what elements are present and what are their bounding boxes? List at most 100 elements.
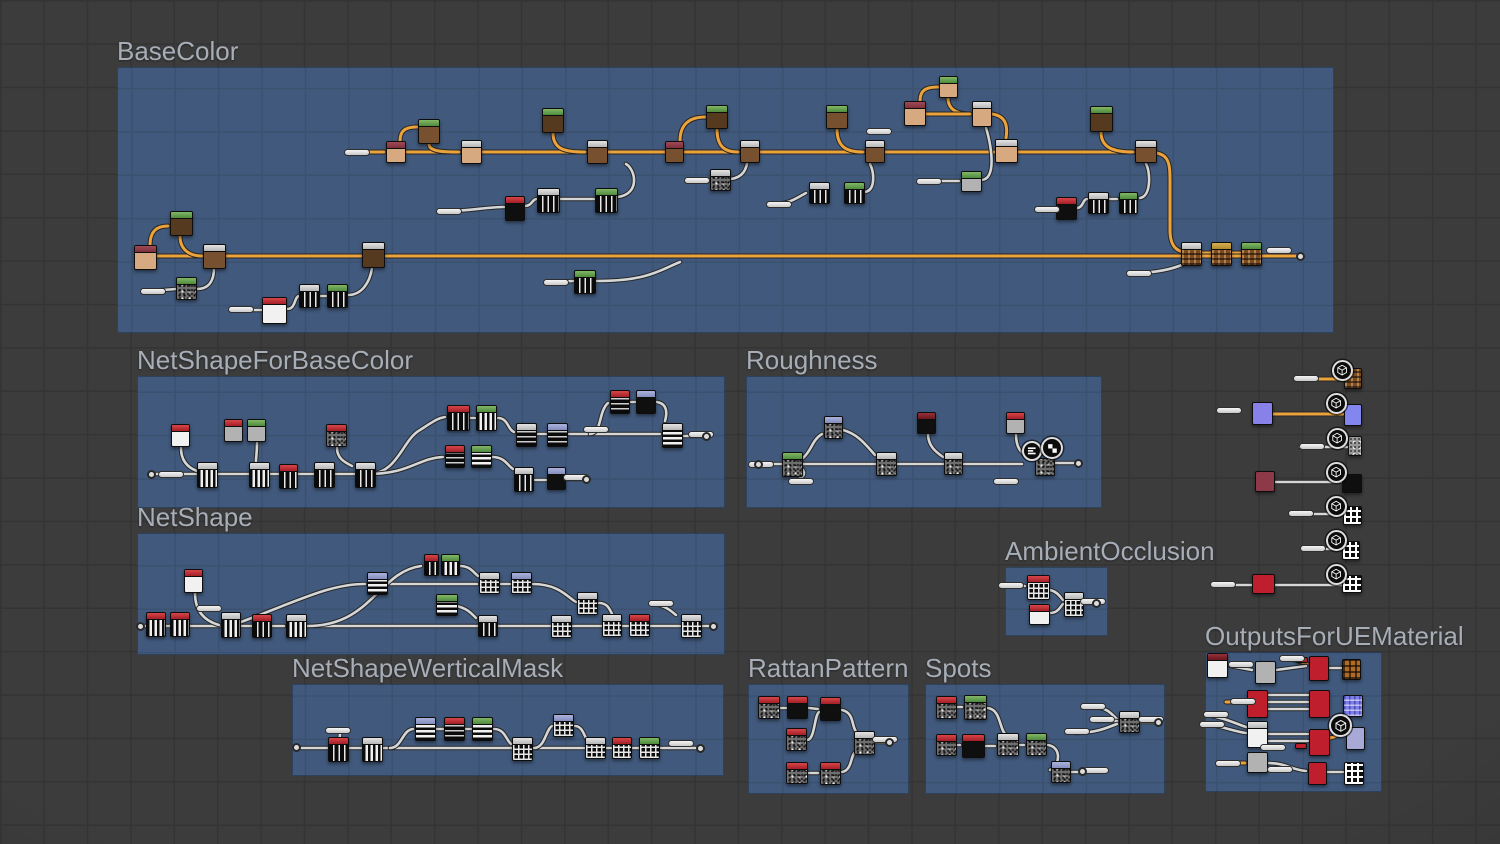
connector-label-pill[interactable] bbox=[1216, 407, 1242, 414]
graph-node-brown-gray[interactable] bbox=[203, 244, 226, 269]
graph-node-gray[interactable] bbox=[1247, 752, 1268, 773]
graph-node-bwnoise-green[interactable] bbox=[1026, 733, 1047, 756]
graph-node-orangegrid[interactable] bbox=[1342, 659, 1361, 680]
connector-label-pill[interactable] bbox=[766, 201, 792, 208]
graph-node-tan-gray[interactable] bbox=[995, 139, 1018, 163]
wire-endpoint[interactable] bbox=[147, 470, 156, 479]
graph-node-brown-green[interactable] bbox=[826, 105, 848, 129]
graph-node-gray-red[interactable] bbox=[224, 419, 243, 442]
graph-node-black-red[interactable] bbox=[820, 697, 841, 721]
graph-node-red[interactable] bbox=[1309, 690, 1330, 718]
graph-node-bluegrid[interactable] bbox=[1343, 695, 1363, 717]
graph-node-net[interactable] bbox=[1344, 762, 1364, 785]
graph-node-rattan-gray[interactable] bbox=[1181, 242, 1202, 266]
graph-node-brown-gray[interactable] bbox=[1135, 140, 1157, 163]
connector-label-pill[interactable] bbox=[1279, 655, 1305, 662]
graph-canvas[interactable]: BaseColor NetShapeForBaseColor Roughness Ne… bbox=[0, 0, 1500, 844]
graph-node-bwnoise-red[interactable] bbox=[820, 762, 841, 785]
graph-node-hstripesdark-red[interactable] bbox=[444, 717, 465, 741]
graph-node-vstripesdark-green[interactable] bbox=[327, 284, 348, 308]
graph-node-bluefill[interactable] bbox=[1344, 404, 1362, 426]
graph-node-grid-gray[interactable] bbox=[512, 737, 533, 761]
graph-node-vstripesdark-red[interactable] bbox=[447, 405, 470, 431]
graph-node-gray-green[interactable] bbox=[247, 419, 266, 442]
graph-node-bwnoise-green[interactable] bbox=[964, 695, 987, 720]
graph-node-red[interactable] bbox=[1309, 656, 1329, 681]
connector-label-pill[interactable] bbox=[648, 600, 674, 607]
graph-node-bwnoise-red[interactable] bbox=[936, 734, 957, 756]
graph-node-white-red[interactable] bbox=[171, 424, 190, 447]
graph-node-dkbrown-green[interactable] bbox=[542, 108, 564, 133]
graph-node-grid-gray[interactable] bbox=[577, 592, 598, 615]
graph-node-vstripes-green[interactable] bbox=[476, 405, 497, 431]
wire-endpoint[interactable] bbox=[1092, 599, 1101, 608]
graph-node-hstripesdark-blue[interactable] bbox=[547, 423, 568, 447]
connector-label-pill[interactable] bbox=[583, 426, 609, 433]
graph-node-vstripes-gray[interactable] bbox=[221, 612, 241, 638]
graph-node-bwnoise-gray[interactable] bbox=[710, 169, 731, 191]
graph-node-grid-gray[interactable] bbox=[602, 614, 622, 637]
graph-node-vstripesdark-gray[interactable] bbox=[314, 462, 335, 488]
graph-node-bwnoise-gray[interactable] bbox=[1119, 711, 1140, 733]
wire-gray[interactable] bbox=[195, 266, 216, 291]
graph-node-bwnoise-gray[interactable] bbox=[854, 731, 875, 755]
connector-label-pill[interactable] bbox=[998, 582, 1024, 589]
graph-node-vstripesdark-gray[interactable] bbox=[299, 284, 320, 308]
wire-gray[interactable] bbox=[254, 441, 259, 463]
connector-label-pill[interactable] bbox=[1293, 375, 1319, 382]
output-cube-icon[interactable] bbox=[1327, 428, 1348, 449]
wire-orange[interactable] bbox=[1144, 150, 1242, 255]
graph-node-grid-red[interactable] bbox=[629, 614, 650, 637]
graph-node-vstripesdark-red[interactable] bbox=[328, 737, 349, 762]
output-cube-icon[interactable] bbox=[1326, 564, 1347, 585]
connector-label-pill[interactable] bbox=[325, 727, 351, 734]
graph-node-vstripesdark-green[interactable] bbox=[574, 270, 596, 294]
graph-node-vstripes-gray[interactable] bbox=[286, 614, 307, 638]
connector-label-pill[interactable] bbox=[1064, 728, 1090, 735]
graph-node-bwnoise-gray[interactable] bbox=[876, 452, 897, 476]
output-cube-icon[interactable] bbox=[1326, 496, 1347, 517]
graph-node-vstripesdark-green[interactable] bbox=[844, 182, 865, 204]
graph-node-vstripesdark-gray[interactable] bbox=[809, 182, 830, 204]
graph-node-brown-gray[interactable] bbox=[865, 140, 885, 163]
graph-node-grid-gray[interactable] bbox=[681, 614, 702, 638]
wire-endpoint[interactable] bbox=[292, 743, 301, 752]
graph-node-vstripesdark-gray[interactable] bbox=[514, 467, 534, 492]
connector-label-pill[interactable] bbox=[1266, 247, 1292, 254]
graph-node-brown-maroon[interactable] bbox=[665, 141, 684, 163]
graph-node-bwnoise[interactable] bbox=[1035, 458, 1055, 476]
graph-node-red[interactable] bbox=[1309, 729, 1330, 756]
graph-node-rattan-yellow[interactable] bbox=[1211, 242, 1232, 266]
output-cube-icon[interactable] bbox=[1329, 714, 1352, 737]
graph-node-tan-gray[interactable] bbox=[972, 101, 992, 127]
graph-node-bwnoise-red[interactable] bbox=[936, 696, 957, 719]
levels-icon[interactable] bbox=[1022, 441, 1042, 461]
graph-node-black-red[interactable] bbox=[962, 734, 985, 758]
connector-label-pill[interactable] bbox=[1299, 443, 1325, 450]
wire-endpoint[interactable] bbox=[582, 475, 591, 484]
graph-node-vstripesdark-gray[interactable] bbox=[537, 188, 560, 213]
graph-node-black-darkred[interactable] bbox=[917, 412, 936, 434]
graph-node-graynoise[interactable] bbox=[1348, 436, 1362, 456]
graph-node-vstripes-gray[interactable] bbox=[249, 462, 270, 488]
connector-label-pill[interactable] bbox=[788, 478, 814, 485]
graph-node-grid-gray[interactable] bbox=[551, 615, 572, 638]
wire-endpoint[interactable] bbox=[696, 744, 705, 753]
connector-label-pill[interactable] bbox=[1199, 721, 1225, 728]
graph-node-maroon[interactable] bbox=[1255, 471, 1275, 492]
wire-orange[interactable] bbox=[678, 115, 707, 143]
wire-gray[interactable] bbox=[801, 432, 824, 460]
connector-label-pill[interactable] bbox=[140, 288, 166, 295]
graph-node-vstripes-red[interactable] bbox=[170, 612, 190, 637]
graph-node-bwnoise-green[interactable] bbox=[176, 277, 197, 300]
graph-node-grid-red[interactable] bbox=[612, 737, 632, 759]
connector-label-pill[interactable] bbox=[196, 605, 222, 612]
connector-label-pill[interactable] bbox=[158, 471, 184, 478]
checker-icon[interactable] bbox=[1041, 437, 1063, 459]
graph-node-vstripes-gray[interactable] bbox=[362, 737, 383, 762]
output-cube-icon[interactable] bbox=[1326, 393, 1347, 414]
graph-node-tan-gray[interactable] bbox=[461, 140, 482, 164]
connector-label-pill[interactable] bbox=[1228, 661, 1254, 668]
connector-label-pill[interactable] bbox=[684, 177, 710, 184]
connector-label-pill[interactable] bbox=[1230, 698, 1256, 705]
